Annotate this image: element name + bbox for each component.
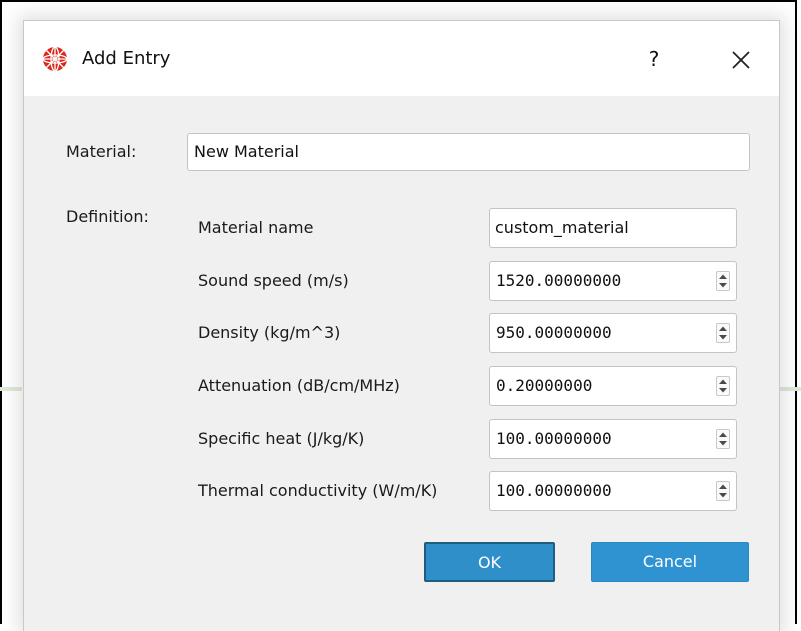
thermal-conductivity-value: 100.00000000 bbox=[496, 481, 612, 500]
background-divider-right bbox=[779, 387, 801, 391]
background-divider-left bbox=[0, 387, 22, 391]
close-button[interactable] bbox=[719, 43, 763, 75]
thermal-conductivity-label: Thermal conductivity (W/m/K) bbox=[198, 481, 438, 500]
material-name-input[interactable]: custom_material bbox=[489, 208, 737, 248]
spin-arrows-icon[interactable] bbox=[716, 429, 730, 449]
specific-heat-label: Specific heat (J/kg/K) bbox=[198, 429, 365, 448]
cancel-button[interactable]: Cancel bbox=[591, 542, 749, 582]
ok-button[interactable]: OK bbox=[424, 542, 555, 582]
sound-speed-value: 1520.00000000 bbox=[496, 271, 622, 290]
add-entry-dialog: Add Entry ? Material: New Material Defin… bbox=[24, 21, 779, 631]
specific-heat-spinbox[interactable]: 100.00000000 bbox=[489, 419, 737, 459]
spin-arrows-icon[interactable] bbox=[716, 481, 730, 501]
density-spinbox[interactable]: 950.00000000 bbox=[489, 313, 737, 353]
spin-arrows-icon[interactable] bbox=[716, 323, 730, 343]
app-logo-icon bbox=[40, 44, 70, 74]
thermal-conductivity-spinbox[interactable]: 100.00000000 bbox=[489, 471, 737, 511]
dialog-titlebar: Add Entry ? bbox=[24, 21, 779, 96]
specific-heat-value: 100.00000000 bbox=[496, 429, 612, 448]
sound-speed-spinbox[interactable]: 1520.00000000 bbox=[489, 261, 737, 301]
density-label: Density (kg/m^3) bbox=[198, 323, 341, 342]
spin-arrows-icon[interactable] bbox=[716, 271, 730, 291]
material-input[interactable]: New Material bbox=[187, 133, 750, 171]
density-value: 950.00000000 bbox=[496, 323, 612, 342]
spin-arrows-icon[interactable] bbox=[716, 376, 730, 396]
attenuation-label: Attenuation (dB/cm/MHz) bbox=[198, 376, 400, 395]
sound-speed-label: Sound speed (m/s) bbox=[198, 271, 349, 290]
material-label: Material: bbox=[66, 142, 137, 161]
definition-label: Definition: bbox=[66, 207, 149, 226]
attenuation-value: 0.20000000 bbox=[496, 376, 593, 395]
help-button[interactable]: ? bbox=[634, 43, 674, 75]
attenuation-spinbox[interactable]: 0.20000000 bbox=[489, 366, 737, 406]
dialog-title: Add Entry bbox=[82, 48, 171, 69]
material-name-label: Material name bbox=[198, 218, 314, 237]
close-icon bbox=[732, 50, 750, 69]
